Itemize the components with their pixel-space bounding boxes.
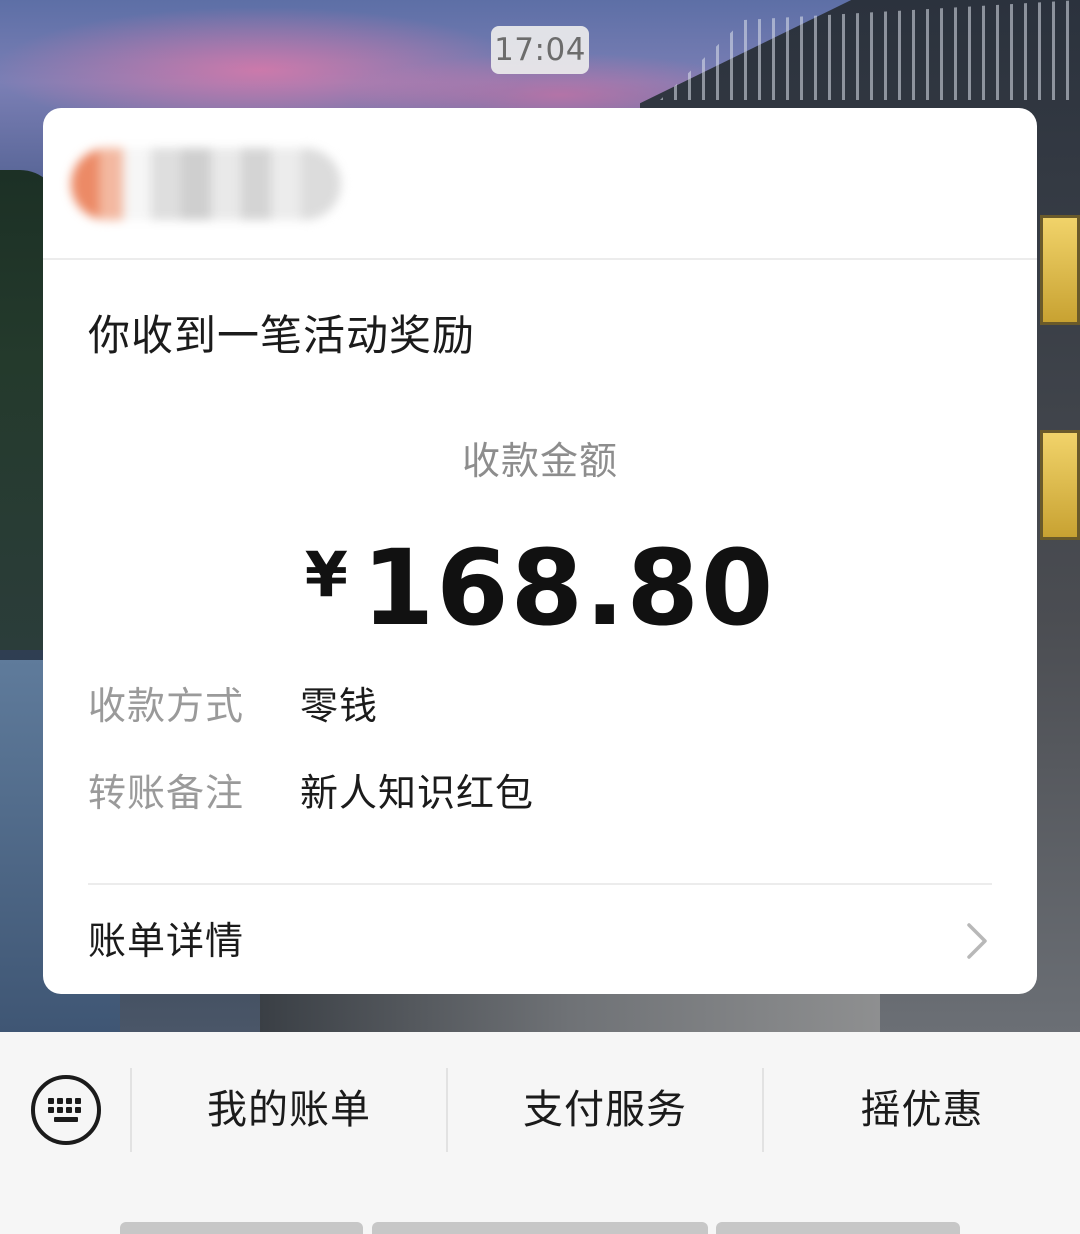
payment-notification-card[interactable]: 你收到一笔活动奖励 收款金额 ¥168.80 收款方式 零钱 转账备注 新人知识… bbox=[43, 108, 1037, 994]
sender-name-redacted bbox=[71, 148, 341, 220]
card-header bbox=[43, 108, 1037, 258]
payment-method-label: 收款方式 bbox=[88, 684, 245, 728]
menu-my-bills[interactable]: 我的账单 bbox=[132, 1078, 446, 1142]
keyboard-icon bbox=[30, 1075, 102, 1150]
bill-detail-link[interactable]: 账单详情 bbox=[43, 885, 1037, 994]
menu-shake-deals[interactable]: 摇优惠 bbox=[764, 1078, 1080, 1142]
currency-symbol: ¥ bbox=[304, 538, 348, 611]
menu-payment-services[interactable]: 支付服务 bbox=[448, 1078, 762, 1142]
card-title: 你收到一笔活动奖励 bbox=[88, 311, 476, 360]
scroll-indicator bbox=[372, 1222, 708, 1234]
chevron-right-icon bbox=[957, 919, 997, 963]
wallpaper-window bbox=[1040, 430, 1080, 540]
wallpaper-window bbox=[1040, 215, 1080, 325]
amount-label: 收款金额 bbox=[461, 439, 618, 483]
amount-display: ¥168.80 bbox=[43, 528, 1037, 648]
payment-method-value: 零钱 bbox=[300, 684, 379, 728]
payment-method-row: 收款方式 零钱 bbox=[88, 678, 688, 734]
scroll-indicator bbox=[716, 1222, 960, 1234]
transfer-remark-label: 转账备注 bbox=[88, 771, 245, 815]
bill-detail-label: 账单详情 bbox=[88, 919, 245, 963]
transfer-remark-row: 转账备注 新人知识红包 bbox=[88, 765, 688, 821]
wallpaper-railing bbox=[660, 0, 1080, 100]
header-divider bbox=[43, 258, 1037, 260]
scroll-indicator bbox=[120, 1222, 363, 1234]
wallpaper-road bbox=[260, 990, 880, 1032]
message-timestamp: 17:04 bbox=[491, 26, 589, 74]
keyboard-toggle-button[interactable] bbox=[30, 1074, 102, 1146]
service-menu-bar: 我的账单 支付服务 摇优惠 bbox=[0, 1032, 1080, 1234]
amount-value: 168.80 bbox=[361, 527, 776, 649]
transfer-remark-value: 新人知识红包 bbox=[300, 771, 535, 815]
